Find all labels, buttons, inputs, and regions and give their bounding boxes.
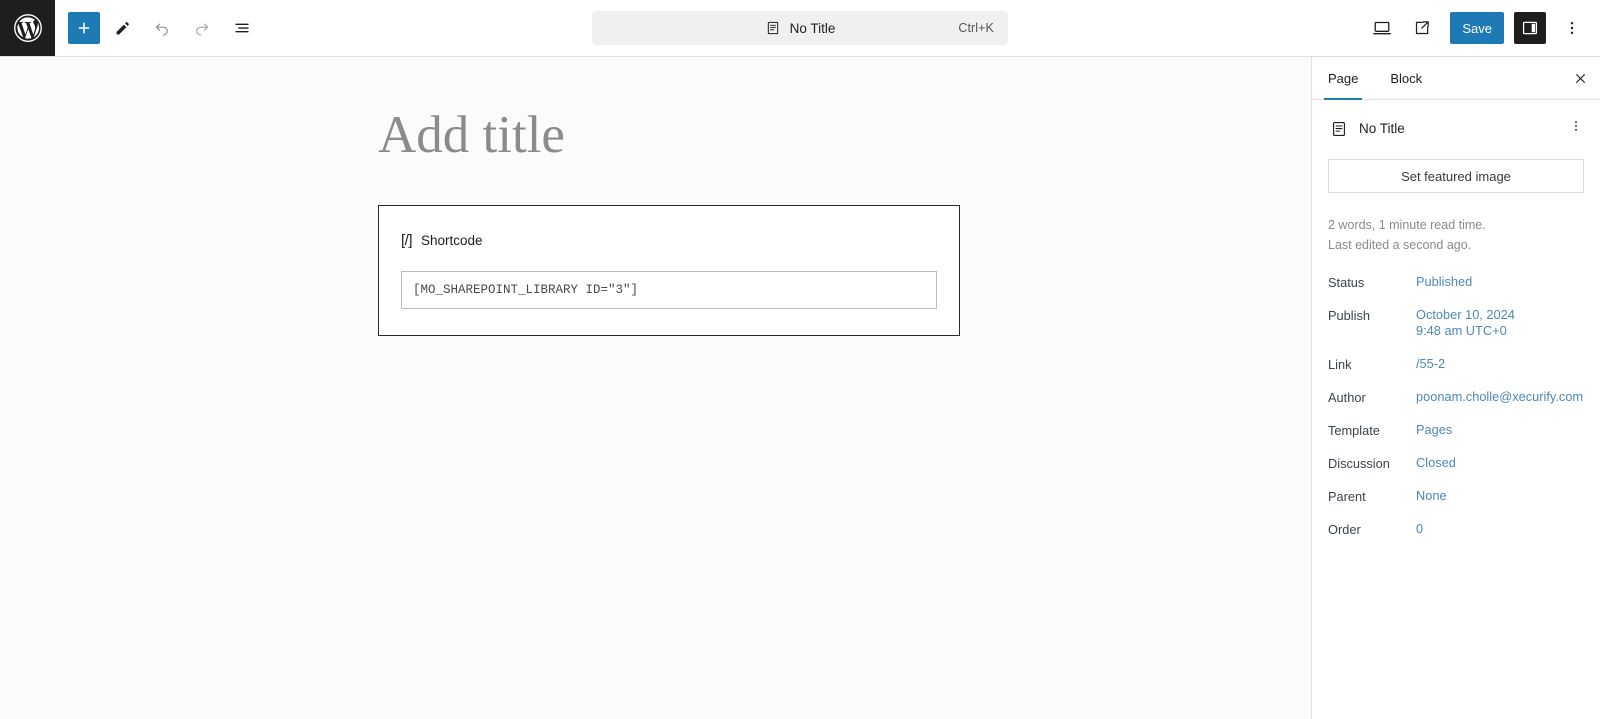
sidebar-panel-icon: [1522, 21, 1538, 35]
sidebar-row-template: Template Pages: [1312, 422, 1600, 455]
sidebar-document-actions-button[interactable]: [1564, 114, 1588, 143]
sidebar-row-author: Author poonam.cholle@xecurify.com: [1312, 389, 1600, 422]
redo-icon: [196, 23, 209, 36]
sidebar-row-status: Status Published: [1312, 274, 1600, 307]
settings-sidebar-toggle[interactable]: [1514, 12, 1546, 44]
shortcode-block[interactable]: [/] Shortcode: [378, 204, 960, 336]
template-value[interactable]: Pages: [1416, 422, 1452, 439]
list-view-icon: [235, 23, 249, 33]
header-right-tools: Save: [1364, 0, 1600, 56]
tab-page[interactable]: Page: [1312, 57, 1374, 100]
editor-body: Add title [/] Shortcode Page Block: [0, 57, 1600, 719]
sidebar-rows: Status Published Publish October 10, 202…: [1312, 256, 1600, 554]
discussion-value[interactable]: Closed: [1416, 455, 1456, 472]
shortcode-label-row: [/] Shortcode: [401, 232, 937, 249]
three-dots-vertical-icon: [1570, 21, 1574, 35]
command-bar-shortcut: Ctrl+K: [958, 21, 994, 35]
save-button[interactable]: Save: [1450, 12, 1504, 44]
order-value[interactable]: 0: [1416, 521, 1423, 538]
plus-icon: [78, 22, 90, 34]
link-value[interactable]: /55-2: [1416, 356, 1445, 373]
sidebar-row-link: Link /55-2: [1312, 356, 1600, 389]
undo-icon: [155, 23, 168, 36]
sidebar-document-title: No Title: [1359, 121, 1405, 136]
row-label: Template: [1328, 422, 1380, 438]
sidebar-row-discussion: Discussion Closed: [1312, 455, 1600, 488]
wordpress-logo-glyph: [13, 14, 42, 42]
command-bar[interactable]: No Title Ctrl+K: [592, 11, 1008, 45]
sidebar-row-parent: Parent None: [1312, 488, 1600, 521]
last-edited-text: Last edited a second ago.: [1328, 238, 1472, 253]
row-label: Order: [1328, 521, 1361, 537]
parent-value[interactable]: None: [1416, 488, 1447, 505]
set-featured-image-button[interactable]: Set featured image: [1328, 159, 1584, 193]
sidebar-meta: 2 words, 1 minute read time. Last edited…: [1312, 193, 1600, 256]
row-label: Status: [1328, 274, 1365, 290]
author-value[interactable]: poonam.cholle@xecurify.com: [1416, 389, 1583, 406]
editor-canvas[interactable]: Add title [/] Shortcode: [0, 57, 1311, 719]
block-area: [/] Shortcode: [0, 168, 1311, 336]
publish-date-value[interactable]: October 10, 2024 9:48 am UTC+0: [1416, 307, 1515, 340]
shortcode-icon: [/]: [401, 231, 413, 249]
document-overview-button[interactable]: [224, 10, 260, 46]
sidebar-row-publish: Publish October 10, 2024 9:48 am UTC+0: [1312, 307, 1600, 356]
preview-external-button[interactable]: [1404, 10, 1440, 46]
wordpress-logo-icon[interactable]: [0, 0, 55, 56]
sidebar-document-row: No Title: [1312, 100, 1600, 153]
editor-header: No Title Ctrl+K Save: [0, 0, 1600, 57]
wordpress-block-editor: No Title Ctrl+K Save Add title [/] Short…: [0, 0, 1600, 719]
page-document-icon: [1333, 121, 1345, 136]
command-bar-wrapper: No Title Ctrl+K: [592, 11, 1008, 45]
header-left-tools: [55, 0, 260, 56]
sidebar-tabs: Page Block: [1312, 57, 1600, 100]
row-label: Link: [1328, 356, 1352, 372]
command-bar-inner: No Title: [765, 20, 836, 36]
sidebar-row-order: Order 0: [1312, 521, 1600, 554]
row-label: Parent: [1328, 488, 1366, 504]
word-count-text: 2 words, 1 minute read time.: [1328, 218, 1486, 232]
more-options-button[interactable]: [1554, 10, 1590, 46]
shortcode-input[interactable]: [401, 270, 937, 309]
desktop-preview-icon: [1373, 21, 1392, 35]
row-label: Publish: [1328, 307, 1370, 323]
tab-block[interactable]: Block: [1374, 57, 1438, 99]
post-title-placeholder[interactable]: Add title: [0, 104, 1311, 168]
redo-button[interactable]: [184, 10, 220, 46]
shortcode-label: Shortcode: [421, 232, 483, 248]
add-block-button[interactable]: [68, 12, 100, 44]
pencil-icon: [116, 21, 129, 34]
status-value[interactable]: Published: [1416, 274, 1472, 291]
command-bar-title: No Title: [789, 20, 836, 36]
page-document-icon: [767, 21, 778, 35]
external-link-icon: [1416, 21, 1430, 35]
undo-button[interactable]: [144, 10, 180, 46]
tools-button[interactable]: [104, 10, 140, 46]
close-icon: [1575, 73, 1585, 83]
close-sidebar-button[interactable]: [1560, 57, 1600, 99]
row-label: Author: [1328, 389, 1366, 405]
three-dots-vertical-icon: [1575, 121, 1577, 131]
canvas-inner: Add title [/] Shortcode: [0, 57, 1311, 336]
row-label: Discussion: [1328, 455, 1390, 471]
view-button[interactable]: [1364, 10, 1400, 46]
settings-sidebar: Page Block No Title Set featured image 2…: [1311, 57, 1600, 719]
